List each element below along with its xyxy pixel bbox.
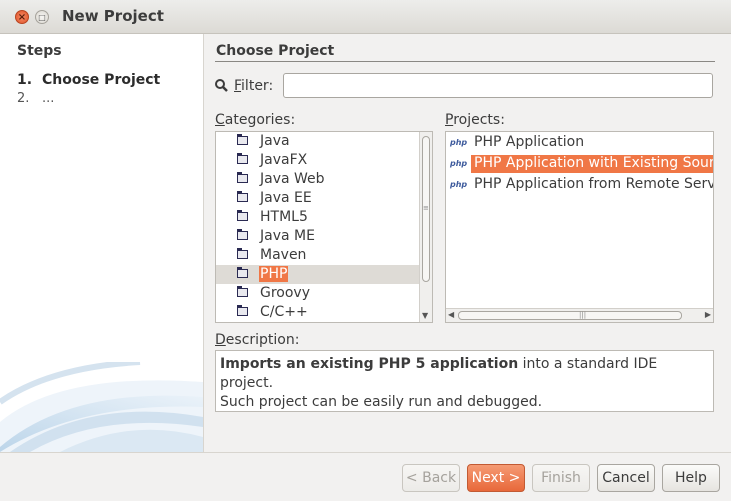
category-item-javafx[interactable]: JavaFX — [216, 151, 419, 170]
projects-list[interactable]: php PHP Application php PHP Application … — [445, 131, 714, 323]
folder-icon — [237, 286, 248, 297]
folder-icon — [237, 191, 248, 202]
folder-icon — [237, 305, 248, 316]
grip-icon: ||| — [579, 311, 587, 319]
projects-horizontal-scrollbar[interactable]: ◀ ||| ▶ — [446, 308, 713, 322]
title-divider — [215, 61, 715, 62]
folder-icon — [237, 248, 248, 259]
scroll-left-arrow-icon[interactable]: ◀ — [448, 310, 454, 319]
maximize-window-button[interactable]: □ — [35, 10, 49, 24]
categories-list[interactable]: Java JavaFX Java Web Java EE HTML5 Java … — [215, 131, 433, 323]
project-item-php-existing-sources[interactable]: php PHP Application with Existing Sourc — [446, 154, 713, 174]
grip-icon: ≡ — [423, 204, 429, 212]
projects-label: Projects: — [445, 112, 505, 128]
filter-label: Filter: — [234, 78, 274, 94]
category-item-groovy[interactable]: Groovy — [216, 284, 419, 303]
folder-icon — [237, 229, 248, 240]
scroll-right-arrow-icon[interactable]: ▶ — [705, 310, 711, 319]
folder-icon — [237, 153, 248, 164]
category-item-java-web[interactable]: Java Web — [216, 170, 419, 189]
scrollbar-thumb[interactable]: ||| — [458, 311, 682, 320]
steps-title: Steps — [17, 43, 62, 59]
step-item-2: 2.... — [17, 91, 55, 106]
category-item-php[interactable]: PHP — [216, 265, 419, 284]
php-icon: php — [450, 180, 468, 189]
step-item-1: 1. Choose Project — [17, 72, 161, 88]
description-label: Description: — [215, 332, 300, 348]
project-item-php-application[interactable]: php PHP Application — [446, 133, 713, 153]
category-item-html5[interactable]: HTML5 — [216, 208, 419, 227]
category-item-maven[interactable]: Maven — [216, 246, 419, 265]
project-item-php-remote-server[interactable]: php PHP Application from Remote Serve — [446, 175, 713, 195]
folder-icon — [237, 210, 248, 221]
title-bar: × □ New Project — [0, 0, 731, 34]
button-bar-divider — [0, 452, 731, 453]
back-button[interactable]: < Back — [402, 464, 460, 492]
folder-icon — [237, 134, 248, 145]
search-icon — [215, 79, 228, 92]
folder-icon — [237, 172, 248, 183]
categories-scrollbar[interactable]: ≡ ▼ — [419, 132, 432, 322]
cancel-button[interactable]: Cancel — [597, 464, 655, 492]
close-window-button[interactable]: × — [15, 10, 29, 24]
window-title: New Project — [62, 7, 164, 25]
category-item-c-cpp[interactable]: C/C++ — [216, 303, 419, 322]
category-item-java-me[interactable]: Java ME — [216, 227, 419, 246]
help-button[interactable]: Help — [662, 464, 720, 492]
filter-input[interactable] — [283, 73, 713, 98]
php-icon: php — [450, 138, 468, 147]
decorative-swoosh-graphic — [0, 362, 203, 452]
page-title: Choose Project — [216, 43, 335, 59]
php-icon: php — [450, 159, 468, 168]
next-button[interactable]: Next > — [467, 464, 525, 492]
category-item-java[interactable]: Java — [216, 132, 419, 151]
folder-icon — [237, 267, 248, 278]
category-item-java-ee[interactable]: Java EE — [216, 189, 419, 208]
steps-panel: Steps 1. Choose Project 2.... — [0, 34, 204, 452]
scroll-down-arrow-icon[interactable]: ▼ — [422, 311, 428, 320]
categories-label: Categories: — [215, 112, 296, 128]
description-box: Imports an existing PHP 5 application in… — [215, 350, 714, 412]
finish-button[interactable]: Finish — [532, 464, 590, 492]
